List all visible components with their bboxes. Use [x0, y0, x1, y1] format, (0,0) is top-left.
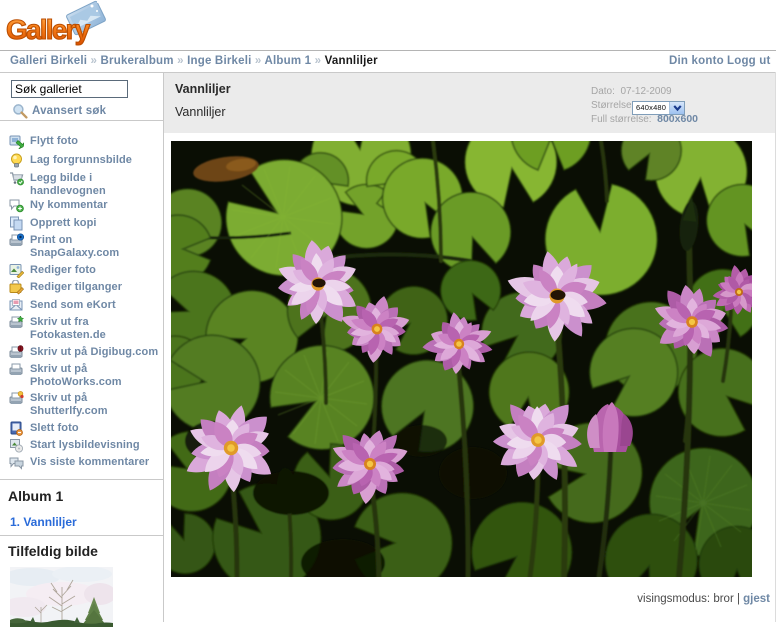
svg-text:Gallery: Gallery [6, 14, 91, 45]
